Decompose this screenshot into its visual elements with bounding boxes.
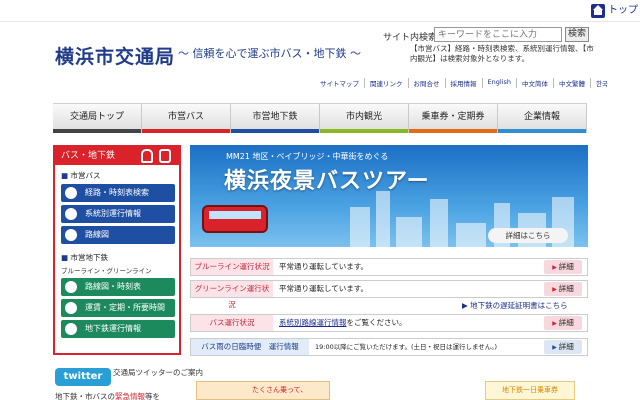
utility-link-english[interactable]: English: [481, 78, 516, 88]
status-message: 平常通り運転しています。: [279, 262, 369, 271]
site-logo[interactable]: 横浜市交通局: [55, 42, 175, 69]
utility-links: サイトマップ 関連リンク お問合せ 採用情報 English 中文简体 中文繁體…: [315, 78, 613, 88]
search-input[interactable]: [434, 27, 562, 42]
bus-route-status-link[interactable]: 系統別路線運行情報: [279, 318, 347, 327]
top-home-label: トップ: [608, 5, 638, 16]
sidebar-bus-map-label: 路線図: [85, 230, 109, 239]
bus-icon: [159, 149, 171, 163]
status-message: 平常通り運転しています。: [279, 284, 369, 293]
status-row-rain-bus: バス雨の日臨時便 運行情報 19:00以降にご覧いただけます。(土日・祝日は運行…: [190, 338, 588, 356]
emergency-info-link[interactable]: 地下鉄・市バスの緊急情報等を: [55, 391, 160, 400]
search-note: 【市営バス】経路・時刻表検索、系統別運行情報、【市内観光】は検索対象外となります…: [410, 44, 594, 63]
sidebar-bus-status-label: 系統別運行情報: [85, 209, 141, 218]
sidebar-transit: バス・地下鉄 市営バス 経路・時刻表検索 系統別運行情報 路線図 市営地下鉄 ブ…: [53, 145, 181, 355]
nav-tab-subway[interactable]: 市営地下鉄: [231, 103, 320, 133]
status-label: グリーンライン運行状況: [191, 281, 273, 309]
sidebar-route-search-button[interactable]: 経路・時刻表検索: [61, 184, 175, 202]
status-detail-button[interactable]: 詳細: [544, 316, 582, 330]
status-row-green-line: グリーンライン運行状況 平常通り運転しています。 詳細: [190, 280, 588, 309]
night-bus-tour-banner[interactable]: MM21 地区・ベイブリッジ・中華街をめぐる 横浜夜景バスツアー 詳細はこちら: [190, 145, 588, 247]
sidebar-title: バス・地下鉄: [55, 147, 179, 165]
train-icon: [141, 149, 153, 163]
sidebar-bus-map-button[interactable]: 路線図: [61, 226, 175, 244]
utility-link-korean[interactable]: 한국: [589, 78, 613, 88]
site-tagline: ～ 信頼を心で運ぶ市バス・地下鉄 ～: [178, 47, 361, 60]
utility-link-chinese-traditional[interactable]: 中文繁體: [552, 78, 590, 88]
search-button[interactable]: 検索: [565, 27, 589, 42]
bus-status-icon: [65, 208, 77, 220]
map-icon: [65, 229, 77, 241]
top-strip: トップ: [0, 0, 640, 22]
twitter-text[interactable]: 交通局ツイッターのご案内: [113, 367, 203, 378]
sidebar-subway-lines: ブルーライン・グリーンライン: [61, 267, 152, 275]
emergency-prefix: 地下鉄・市バスの: [55, 392, 115, 400]
global-nav: 交通局トップ 市営バス 市営地下鉄 市内観光 乗車券・定期券 企業情報: [53, 103, 587, 133]
sidebar-route-search-label: 経路・時刻表検索: [85, 188, 149, 197]
utility-link-sitemap[interactable]: サイトマップ: [315, 78, 364, 88]
status-message: 19:00以降にご覧いただけます。(土日・祝日は運行しません。): [315, 343, 498, 351]
status-label: バス運行状況: [191, 315, 273, 331]
route-icon: [65, 187, 77, 199]
utility-link-chinese-simplified[interactable]: 中文简体: [515, 78, 553, 88]
utility-link-related[interactable]: 関連リンク: [364, 78, 408, 88]
utility-link-contact[interactable]: お問合せ: [407, 78, 445, 88]
emergency-suffix: 等を: [145, 392, 160, 400]
sidebar-subway-status-button[interactable]: 地下鉄運行情報: [61, 320, 175, 338]
banner-title: 横浜夜景バスツアー: [224, 169, 430, 194]
nav-tab-top[interactable]: 交通局トップ: [53, 103, 142, 133]
status-label: ブルーライン運行状況: [191, 259, 273, 275]
subway-delay-certificate-link[interactable]: ▶ 地下鉄の遅延証明書はこちら: [462, 300, 568, 311]
status-detail-button[interactable]: 詳細: [544, 282, 582, 296]
day-pass-banner[interactable]: 地下鉄一日乗車券: [485, 381, 575, 400]
twitter-badge[interactable]: twitter: [55, 368, 111, 386]
sidebar-fare-button[interactable]: 運賃・定期・所要時間: [61, 299, 175, 317]
sidebar-title-label: バス・地下鉄: [61, 151, 116, 161]
status-label: バス雨の日臨時便 運行情報: [191, 339, 309, 355]
sidebar-bus-status-button[interactable]: 系統別運行情報: [61, 205, 175, 223]
subway-map-icon: [65, 281, 77, 293]
fare-icon: [65, 302, 77, 314]
sidebar-subway-map-button[interactable]: 路線図・時刻表: [61, 278, 175, 296]
status-message: 系統別路線運行情報をご覧ください。: [279, 315, 407, 331]
banner-more-button[interactable]: 詳細はこちら: [488, 228, 568, 243]
status-detail-button[interactable]: 詳細: [544, 260, 582, 274]
top-home-link[interactable]: トップ: [591, 3, 638, 19]
subway-status-icon: [65, 323, 77, 335]
sidebar-bus-heading: 市営バス: [55, 170, 179, 181]
sidebar-fare-label: 運賃・定期・所要時間: [85, 303, 165, 312]
search-label: サイト内検索: [383, 33, 438, 43]
banner-subtitle: MM21 地区・ベイブリッジ・中華街をめぐる: [226, 152, 389, 161]
status-message-suffix: をご覧ください。: [346, 318, 407, 327]
utility-link-recruit[interactable]: 採用情報: [444, 78, 482, 88]
banner-bus-illustration: [202, 205, 268, 233]
status-row-bus: バス運行状況 系統別路線運行情報をご覧ください。 詳細: [190, 314, 588, 332]
home-icon: [591, 4, 605, 18]
sidebar-subway-status-label: 地下鉄運行情報: [85, 324, 141, 333]
nav-tab-company[interactable]: 企業情報: [498, 103, 587, 133]
nav-tab-tickets[interactable]: 乗車券・定期券: [409, 103, 498, 133]
sidebar-subway-heading: 市営地下鉄: [55, 252, 179, 263]
emergency-em: 緊急情報: [115, 392, 145, 400]
nav-tab-bus[interactable]: 市営バス: [142, 103, 231, 133]
ticket-promo-text: たくさん乗って、: [252, 386, 308, 394]
status-detail-button[interactable]: 詳細: [544, 340, 582, 354]
status-row-blue-line: ブルーライン運行状況 平常通り運転しています。 詳細: [190, 258, 588, 276]
nav-tab-sightseeing[interactable]: 市内観光: [320, 103, 409, 133]
sidebar-subway-map-label: 路線図・時刻表: [85, 282, 141, 291]
